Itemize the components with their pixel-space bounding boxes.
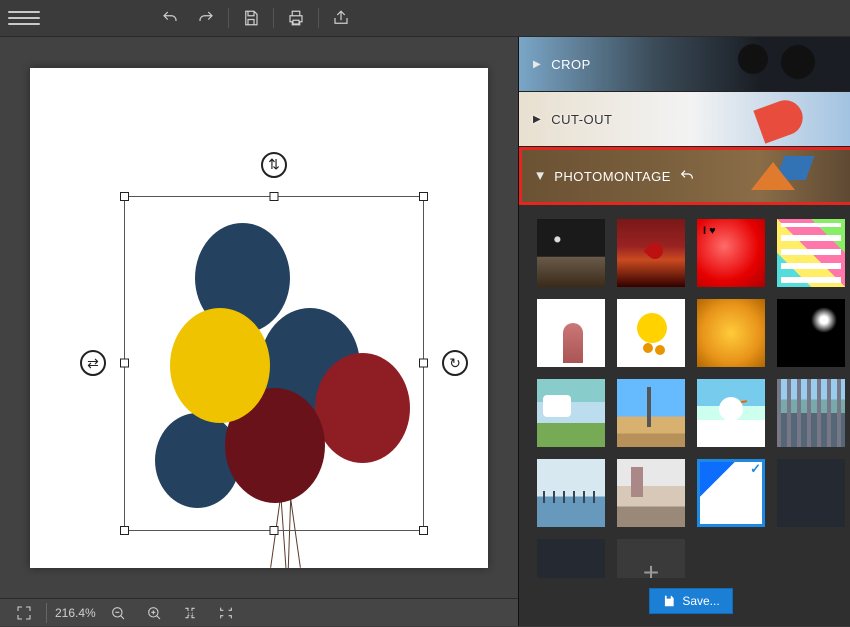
template-thumb[interactable]	[697, 299, 765, 367]
fit-screen-icon[interactable]	[10, 599, 38, 627]
panel-label: CROP	[551, 57, 591, 72]
flip-vertical-icon[interactable]: ⇅	[261, 152, 287, 178]
bottom-toolbar: 216.4% 1:1	[0, 598, 518, 626]
template-thumb-selected[interactable]	[697, 459, 765, 527]
resize-handle-tm[interactable]	[270, 192, 279, 201]
menu-button[interactable]	[8, 6, 40, 30]
chevron-right-icon: ▶	[533, 114, 541, 125]
add-template-button[interactable]: +	[617, 539, 685, 578]
fit-width-icon[interactable]	[212, 599, 240, 627]
undo-icon[interactable]	[156, 4, 184, 32]
template-grid: +	[519, 205, 850, 578]
template-thumb[interactable]	[537, 459, 605, 527]
actual-size-icon[interactable]: 1:1	[176, 599, 204, 627]
resize-handle-br[interactable]	[419, 526, 428, 535]
svg-text:1:1: 1:1	[187, 611, 194, 616]
share-icon[interactable]	[327, 4, 355, 32]
template-thumb[interactable]	[617, 459, 685, 527]
document-page[interactable]: ⇅ ⇄ ↻	[30, 68, 488, 568]
flip-horizontal-icon[interactable]: ⇄	[80, 350, 106, 376]
save-label: Save...	[682, 594, 719, 608]
resize-handle-bl[interactable]	[120, 526, 129, 535]
template-thumb[interactable]	[777, 379, 845, 447]
panel-cutout[interactable]: ▶ CUT-OUT	[519, 92, 850, 147]
template-thumb[interactable]	[777, 299, 845, 367]
resize-handle-tr[interactable]	[419, 192, 428, 201]
template-thumb[interactable]	[537, 219, 605, 287]
panel-photomontage[interactable]: ▶ PHOTOMONTAGE	[519, 147, 850, 205]
top-toolbar	[0, 0, 850, 37]
template-thumb[interactable]	[697, 379, 765, 447]
resize-handle-ml[interactable]	[120, 359, 129, 368]
canvas-area: ⇅ ⇄ ↻ 216.4% 1:1	[0, 37, 518, 626]
print-icon[interactable]	[282, 4, 310, 32]
zoom-in-icon[interactable]	[140, 599, 168, 627]
zoom-level: 216.4%	[55, 606, 96, 620]
panel-label: CUT-OUT	[551, 112, 612, 127]
resize-handle-bm[interactable]	[270, 526, 279, 535]
template-thumb[interactable]	[777, 219, 845, 287]
template-thumb[interactable]	[537, 539, 605, 578]
chevron-down-icon: ▶	[535, 172, 546, 180]
save-button[interactable]: Save...	[649, 588, 732, 614]
template-thumb[interactable]	[617, 379, 685, 447]
template-thumb[interactable]	[777, 459, 845, 527]
save-icon[interactable]	[237, 4, 265, 32]
template-thumb[interactable]	[537, 379, 605, 447]
panel-crop[interactable]: ▶ CROP	[519, 37, 850, 92]
redo-icon[interactable]	[192, 4, 220, 32]
chevron-right-icon: ▶	[533, 59, 541, 70]
resize-handle-tl[interactable]	[120, 192, 129, 201]
template-thumb[interactable]	[617, 299, 685, 367]
reset-icon[interactable]	[679, 168, 695, 184]
template-thumb[interactable]	[697, 219, 765, 287]
right-panel: ▶ CROP ▶ CUT-OUT ▶ PHOTOMONTAGE	[518, 37, 850, 626]
template-thumb[interactable]	[537, 299, 605, 367]
panel-label: PHOTOMONTAGE	[554, 169, 671, 184]
template-thumb[interactable]	[617, 219, 685, 287]
rotate-icon[interactable]: ↻	[442, 350, 468, 376]
resize-handle-mr[interactable]	[419, 359, 428, 368]
zoom-out-icon[interactable]	[104, 599, 132, 627]
